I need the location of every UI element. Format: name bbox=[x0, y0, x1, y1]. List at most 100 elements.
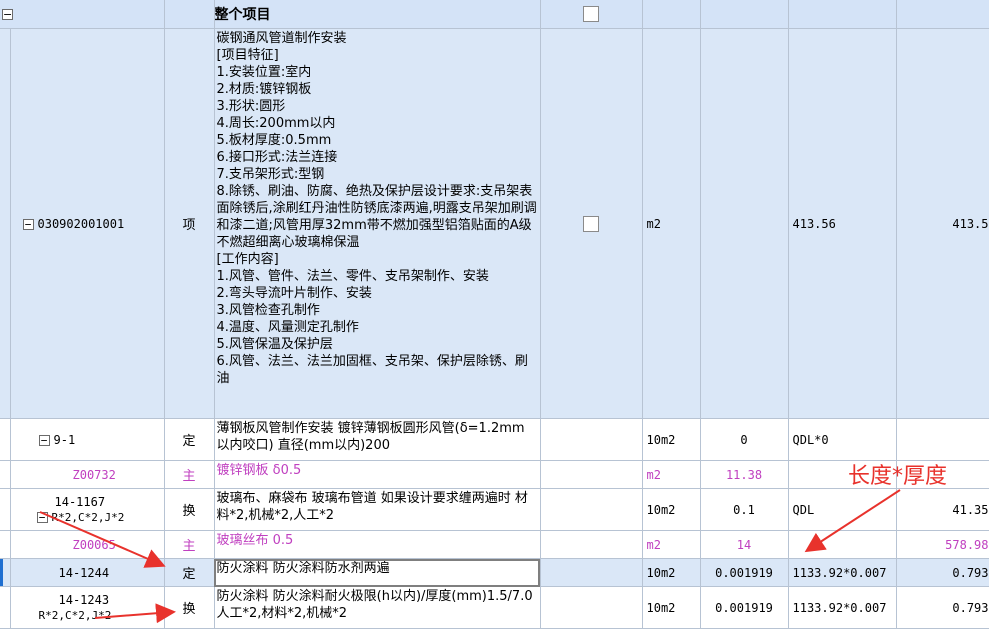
item-row[interactable]: −030902001001 项 碳钢通风管道制作安装 [项目特征] 1.安装位置:室… bbox=[0, 28, 989, 419]
row-quantity[interactable]: 0 bbox=[700, 418, 789, 461]
item-description-line: 4.周长:200mm以内 bbox=[216, 116, 336, 131]
item-description-line: 8.除锈、刷油、防腐、绝热及保护层设计要求:支吊架表面除锈后,涂刷红丹油性防锈底… bbox=[216, 184, 537, 250]
page-title: 整个项目 bbox=[214, 0, 541, 29]
row-code: Z00065 bbox=[72, 537, 116, 552]
row-description[interactable]: 玻璃丝布 0.5 bbox=[214, 530, 541, 559]
item-quantity: 413.5 bbox=[896, 28, 989, 419]
item-description-line: 5.风管保温及保护层 bbox=[216, 337, 333, 352]
row-code: 14-1244 bbox=[58, 565, 110, 580]
row-quantity[interactable]: 0.001919 bbox=[700, 558, 789, 587]
item-quantity-expr[interactable]: 413.56 bbox=[788, 28, 897, 419]
row-code-cell[interactable]: Z00065 bbox=[10, 530, 165, 559]
row-code: Z00732 bbox=[72, 467, 116, 482]
row-expression[interactable]: 1133.92*0.007 bbox=[788, 558, 897, 587]
row-unit: m2 bbox=[642, 530, 701, 559]
table-row[interactable]: 14-1243 R*2,C*2,J*2 换防火涂料 防火涂料耐火极限(h以内)/厚度… bbox=[0, 586, 989, 629]
row-description[interactable]: 防火涂料 防火涂料防水剂两遍 bbox=[214, 558, 541, 587]
row-expression[interactable] bbox=[788, 530, 897, 559]
row-check-cell bbox=[540, 558, 643, 587]
row-value bbox=[896, 418, 989, 461]
row-gutter bbox=[0, 418, 11, 461]
row-quantity[interactable]: 0.1 bbox=[700, 488, 789, 531]
item-description-line: [项目特征] bbox=[216, 48, 279, 63]
item-description-line: 3.形状:圆形 bbox=[216, 99, 286, 114]
item-description-line: 2.弯头导流叶片制作、安装 bbox=[216, 286, 372, 301]
row-gutter bbox=[0, 488, 11, 531]
item-description-line: [工作内容] bbox=[216, 252, 279, 267]
item-qty-cell bbox=[700, 28, 789, 419]
row-type: 定 bbox=[164, 418, 215, 461]
item-check-cell bbox=[540, 28, 643, 419]
row-type: 定 bbox=[164, 558, 215, 587]
item-code-cell[interactable]: −030902001001 bbox=[10, 28, 165, 419]
row-value: 0.793 bbox=[896, 586, 989, 629]
row-description[interactable]: 镀锌钢板 δ0.5 bbox=[214, 460, 541, 489]
collapse-item-icon[interactable]: − bbox=[22, 218, 34, 230]
row-gutter bbox=[0, 586, 11, 629]
item-checkbox[interactable] bbox=[583, 215, 599, 232]
row-code: 9-1 bbox=[53, 432, 76, 447]
collapse-all-icon[interactable]: − bbox=[2, 8, 13, 20]
annotation-text: 长度*厚度 bbox=[848, 464, 948, 489]
row-gutter bbox=[0, 460, 11, 489]
row-code: 14-1243 bbox=[58, 592, 110, 607]
header-empty-cell bbox=[164, 0, 215, 29]
row-code-modifier: R*2,C*2,J*2 bbox=[38, 608, 112, 622]
table-row[interactable]: Z00732 主镀锌钢板 δ0.5 m2 11.38 bbox=[0, 460, 989, 489]
table-row[interactable]: 14-1167− R*2,C*2,J*2 换玻璃布、麻袋布 玻璃布管道 如果设计要求… bbox=[0, 488, 989, 531]
row-expression[interactable]: 1133.92*0.007 bbox=[788, 586, 897, 629]
quantity-grid: − 整个项目 −030902001001 项 碳钢通风管道制作安装 [项目特征] 1… bbox=[0, 0, 989, 629]
row-code: 14-1167 bbox=[54, 494, 106, 509]
header-check-cell bbox=[540, 0, 643, 29]
item-description-line: 4.温度、风量测定孔制作 bbox=[216, 320, 359, 335]
row-gutter bbox=[0, 530, 11, 559]
row-value: 41.35 bbox=[896, 488, 989, 531]
table-row[interactable]: 14-1244 定防火涂料 防火涂料防水剂两遍 10m2 0.001919 1133.9… bbox=[0, 558, 989, 587]
row-value: 578.98 bbox=[896, 530, 989, 559]
item-description[interactable]: 碳钢通风管道制作安装 [项目特征] 1.安装位置:室内 2.材质:镀锌钢板 3.形状:圆… bbox=[214, 28, 541, 419]
row-check-cell bbox=[540, 460, 643, 489]
row-check-cell bbox=[540, 488, 643, 531]
row-gutter bbox=[0, 558, 11, 587]
row-check-cell bbox=[540, 586, 643, 629]
item-description-line: 1.安装位置:室内 bbox=[216, 65, 312, 80]
collapse-row-icon[interactable]: − bbox=[36, 512, 48, 523]
row-unit: 10m2 bbox=[642, 418, 701, 461]
item-type: 项 bbox=[164, 28, 215, 419]
item-description-line: 5.板材厚度:0.5mm bbox=[216, 133, 332, 148]
row-code-cell[interactable]: −9-1 bbox=[10, 418, 165, 461]
row-description[interactable]: 防火涂料 防火涂料耐火极限(h以内)/厚度(mm)1.5/7.0 人工*2,材料… bbox=[214, 586, 541, 629]
item-code: 030902001001 bbox=[37, 216, 125, 231]
row-code-modifier: R*2,C*2,J*2 bbox=[51, 510, 125, 524]
item-description-line: 1.风管、管件、法兰、零件、支吊架制作、安装 bbox=[216, 269, 489, 284]
row-description[interactable]: 薄钢板风管制作安装 镀锌薄钢板圆形风管(δ=1.2mm以内咬口) 直径(mm以内… bbox=[214, 418, 541, 461]
row-type: 主 bbox=[164, 460, 215, 489]
row-quantity[interactable]: 11.38 bbox=[700, 460, 789, 489]
row-code-cell[interactable]: 14-1167− R*2,C*2,J*2 bbox=[10, 488, 165, 531]
row-unit: m2 bbox=[642, 460, 701, 489]
row-expression[interactable]: QDL*0 bbox=[788, 418, 897, 461]
row-unit: 10m2 bbox=[642, 586, 701, 629]
row-quantity[interactable]: 0.001919 bbox=[700, 586, 789, 629]
header-tree-cell: − bbox=[0, 0, 165, 29]
table-row[interactable]: −9-1 定薄钢板风管制作安装 镀锌薄钢板圆形风管(δ=1.2mm以内咬口) 直径… bbox=[0, 418, 989, 461]
row-expression[interactable]: QDL bbox=[788, 488, 897, 531]
row-description[interactable]: 玻璃布、麻袋布 玻璃布管道 如果设计要求缠两遍时 材料*2,机械*2,人工*2 bbox=[214, 488, 541, 531]
item-description-line: 2.材质:镀锌钢板 bbox=[216, 82, 312, 97]
header-row: − 整个项目 bbox=[0, 0, 989, 29]
table-row[interactable]: Z00065 主玻璃丝布 0.5 m2 14 578.98 bbox=[0, 530, 989, 559]
row-check-cell bbox=[540, 530, 643, 559]
row-code-cell[interactable]: 14-1244 bbox=[10, 558, 165, 587]
row-quantity[interactable]: 14 bbox=[700, 530, 789, 559]
row-unit: 10m2 bbox=[642, 488, 701, 531]
row-code-cell[interactable]: 14-1243 R*2,C*2,J*2 bbox=[10, 586, 165, 629]
header-checkbox[interactable] bbox=[583, 6, 599, 22]
item-description-line: 6.接口形式:法兰连接 bbox=[216, 150, 338, 165]
item-unit: m2 bbox=[642, 28, 701, 419]
row-code-cell[interactable]: Z00732 bbox=[10, 460, 165, 489]
item-description-line: 7.支吊架形式:型钢 bbox=[216, 167, 325, 182]
item-description-line: 碳钢通风管道制作安装 bbox=[216, 31, 347, 46]
collapse-row-icon[interactable]: − bbox=[38, 434, 50, 446]
row-check-cell bbox=[540, 418, 643, 461]
row-unit: 10m2 bbox=[642, 558, 701, 587]
